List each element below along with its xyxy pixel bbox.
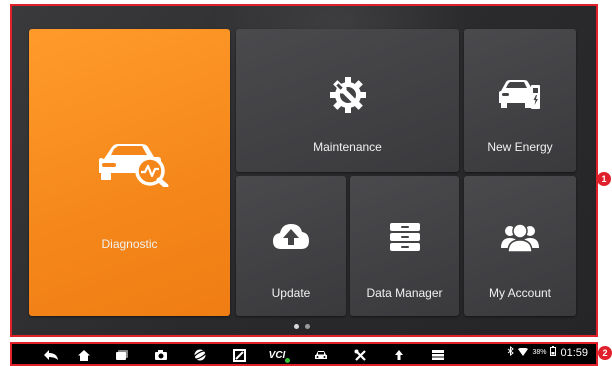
recent-apps-icon[interactable] [113,347,131,363]
update-label: Update [271,286,311,300]
camera-icon[interactable] [152,347,170,363]
page-indicator [294,324,310,329]
vci-icon[interactable]: VCI [264,347,290,363]
car-diagnostic-icon [90,139,170,192]
maintenance-tile[interactable]: Maintenance [236,29,459,172]
gear-wrench-icon [328,75,368,120]
file-drawer-icon [388,221,422,258]
navigation-bar: VCI 38% 01:59 [10,342,598,366]
update-tile[interactable]: Update [236,176,346,316]
home-icon[interactable] [75,347,93,363]
status-area: 38% 01:59 [507,345,588,359]
screenshot-icon[interactable] [230,347,248,363]
bluetooth-icon [507,345,515,359]
wifi-icon [518,347,529,359]
vci-connected-indicator [285,358,290,363]
upload-icon[interactable] [390,347,408,363]
my-account-tile[interactable]: My Account [464,176,576,316]
clock: 01:59 [560,346,588,359]
home-screen: Diagnostic Maintenance New Energy Update… [10,4,598,337]
page-dot[interactable] [305,324,310,329]
car-icon[interactable] [312,347,330,363]
cloud-upload-icon [271,221,311,256]
vci-label: VCI [268,349,286,361]
my-account-label: My Account [488,286,552,300]
new-energy-label: New Energy [487,140,553,154]
ev-car-charging-icon [497,77,543,116]
battery-icon [550,346,557,359]
data-manager-tile[interactable]: Data Manager [350,176,459,316]
data-manager-label: Data Manager [366,286,443,300]
page-dot-active[interactable] [294,324,299,329]
back-icon[interactable] [42,347,60,363]
callout-1: 1 [597,172,611,186]
diagnostic-label: Diagnostic [101,237,158,251]
battery-percent: 38% [532,349,547,356]
callout-2: 2 [598,346,612,360]
browser-icon[interactable] [191,347,209,363]
maintenance-label: Maintenance [313,140,382,154]
diagnostic-tile[interactable]: Diagnostic [29,29,230,316]
users-icon [499,221,541,258]
tools-icon[interactable] [351,347,369,363]
new-energy-tile[interactable]: New Energy [464,29,576,172]
menu-icon[interactable] [429,347,447,363]
